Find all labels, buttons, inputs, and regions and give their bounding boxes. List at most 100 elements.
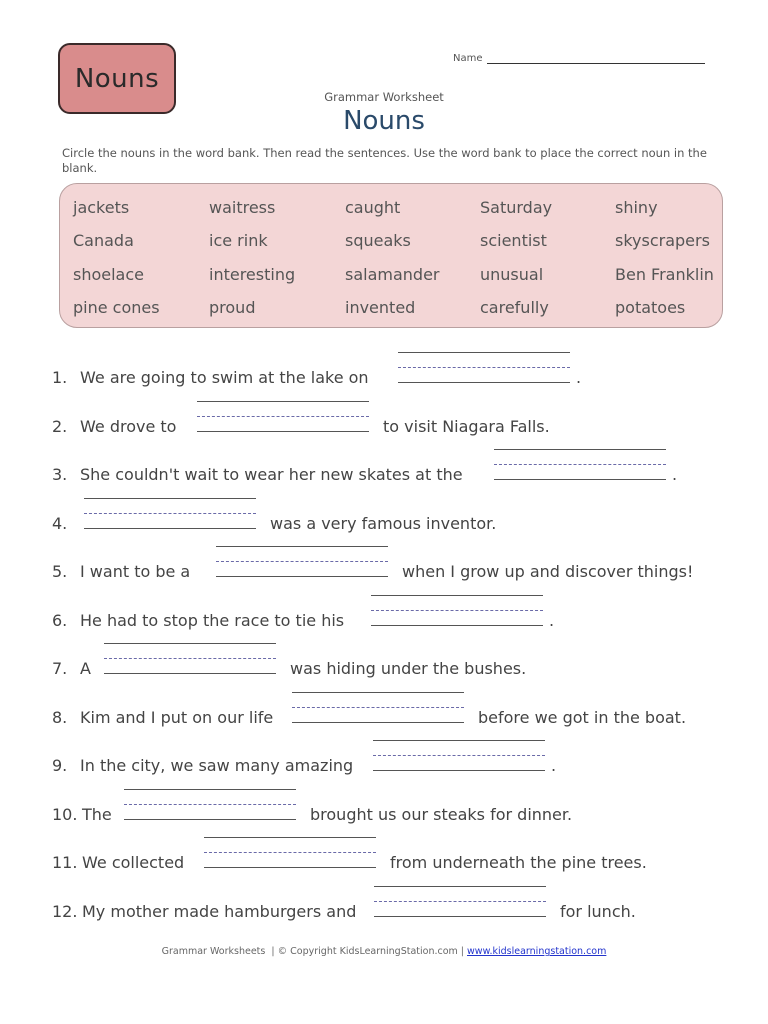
question-row: 5. I want to be a when I grow up and disco… (52, 546, 752, 586)
question-text-after: was hiding under the bushes. (290, 659, 527, 678)
blank-top-line (84, 498, 256, 499)
answer-blank[interactable] (84, 498, 256, 534)
answer-blank[interactable] (216, 546, 388, 582)
question-number: 5. (52, 562, 68, 581)
question-text-after: . (549, 611, 555, 630)
word-bank-word[interactable]: salamander (345, 265, 440, 284)
question-number: 12. (52, 902, 78, 921)
blank-dashed-line (104, 658, 276, 659)
question-row: 3. She couldn't wait to wear her new skat… (52, 449, 752, 489)
answer-blank[interactable] (197, 401, 369, 437)
question-text-before: My mother made hamburgers and (82, 902, 357, 921)
question-text-after: . (576, 368, 582, 387)
name-label: Name (453, 53, 483, 64)
footer-link[interactable]: www.kidslearningstation.com (467, 946, 606, 957)
word-bank-word[interactable]: carefully (480, 298, 549, 317)
blank-baseline (398, 382, 570, 383)
question-text-after: before we got in the boat. (478, 708, 687, 727)
word-bank: jackets waitress caught Saturday shiny Canada… (59, 183, 723, 328)
blank-dashed-line (84, 513, 256, 514)
question-text-before: We drove to (80, 417, 177, 436)
question-row: 1. We are going to swim at the lake on. (52, 352, 752, 392)
question-text-after: . (672, 465, 678, 484)
word-bank-word[interactable]: Saturday (480, 198, 552, 217)
question-number: 1. (52, 368, 68, 387)
question-row: 4. was a very famous inventor. (52, 498, 752, 538)
word-bank-word[interactable]: unusual (480, 265, 543, 284)
answer-blank[interactable] (373, 740, 545, 776)
word-bank-word[interactable]: shiny (615, 198, 658, 217)
word-bank-word[interactable]: shoelace (73, 265, 144, 284)
blank-baseline (204, 867, 376, 868)
blank-baseline (216, 576, 388, 577)
blank-baseline (494, 479, 666, 480)
word-bank-word[interactable]: waitress (209, 198, 275, 217)
blank-dashed-line (398, 367, 570, 368)
blank-top-line (373, 740, 545, 741)
word-bank-word[interactable]: interesting (209, 265, 295, 284)
question-text-after: brought us our steaks for dinner. (310, 805, 573, 824)
instructions: Circle the nouns in the word bank. Then … (62, 146, 707, 175)
answer-blank[interactable] (292, 692, 464, 728)
question-text-before: A (80, 659, 91, 678)
question-text-before: He had to stop the race to tie his (80, 611, 345, 630)
word-bank-word[interactable]: Canada (73, 231, 134, 250)
blank-top-line (197, 401, 369, 402)
question-number: 3. (52, 465, 68, 484)
question-text-after: to visit Niagara Falls. (383, 417, 550, 436)
word-bank-word[interactable]: skyscrapers (615, 231, 710, 250)
blank-baseline (104, 673, 276, 674)
blank-top-line (371, 595, 543, 596)
answer-blank[interactable] (398, 352, 570, 388)
question-number: 10. (52, 805, 78, 824)
answer-blank[interactable] (104, 643, 276, 679)
answer-blank[interactable] (124, 789, 296, 825)
worksheet-subtitle: Grammar Worksheet (324, 90, 444, 104)
answer-blank[interactable] (204, 837, 376, 873)
question-text-after: from underneath the pine trees. (390, 853, 647, 872)
question-text-after: . (551, 756, 557, 775)
blank-baseline (374, 916, 546, 917)
question-text-after: when I grow up and discover things! (402, 562, 694, 581)
word-bank-word[interactable]: Ben Franklin (615, 265, 714, 284)
question-text-before: We are going to swim at the lake on (80, 368, 369, 387)
blank-dashed-line (124, 804, 296, 805)
word-bank-word[interactable]: caught (345, 198, 400, 217)
answer-blank[interactable] (371, 595, 543, 631)
question-text-before: Kim and I put on our life (80, 708, 274, 727)
question-row: 6. He had to stop the race to tie his. (52, 595, 752, 635)
footer: Grammar Worksheets | © Copyright KidsLea… (0, 946, 768, 957)
blank-dashed-line (494, 464, 666, 465)
blank-top-line (124, 789, 296, 790)
question-number: 9. (52, 756, 68, 775)
word-bank-word[interactable]: ice rink (209, 231, 268, 250)
blank-baseline (124, 819, 296, 820)
question-number: 6. (52, 611, 68, 630)
word-bank-word[interactable]: pine cones (73, 298, 160, 317)
word-bank-word[interactable]: potatoes (615, 298, 685, 317)
word-bank-word[interactable]: invented (345, 298, 415, 317)
answer-blank[interactable] (374, 886, 546, 922)
word-bank-word[interactable]: proud (209, 298, 255, 317)
question-row: 8. Kim and I put on our life before we got… (52, 692, 752, 732)
name-field: Name (453, 52, 705, 64)
question-number: 8. (52, 708, 68, 727)
word-bank-word[interactable]: squeaks (345, 231, 411, 250)
answer-blank[interactable] (494, 449, 666, 485)
blank-baseline (197, 431, 369, 432)
word-bank-word[interactable]: jackets (73, 198, 129, 217)
blank-dashed-line (373, 755, 545, 756)
question-row: 11. We collected from underneath the pine … (52, 837, 752, 877)
blank-baseline (292, 722, 464, 723)
blank-dashed-line (216, 561, 388, 562)
word-bank-word[interactable]: scientist (480, 231, 547, 250)
footer-copyright: | © Copyright KidsLearningStation.com | (271, 946, 464, 957)
blank-top-line (216, 546, 388, 547)
footer-left: Grammar Worksheets (161, 946, 266, 957)
name-line[interactable] (486, 52, 705, 64)
question-row: 7. Awas hiding under the bushes. (52, 643, 752, 683)
blank-baseline (373, 770, 545, 771)
blank-dashed-line (374, 901, 546, 902)
question-number: 7. (52, 659, 68, 678)
blank-dashed-line (197, 416, 369, 417)
